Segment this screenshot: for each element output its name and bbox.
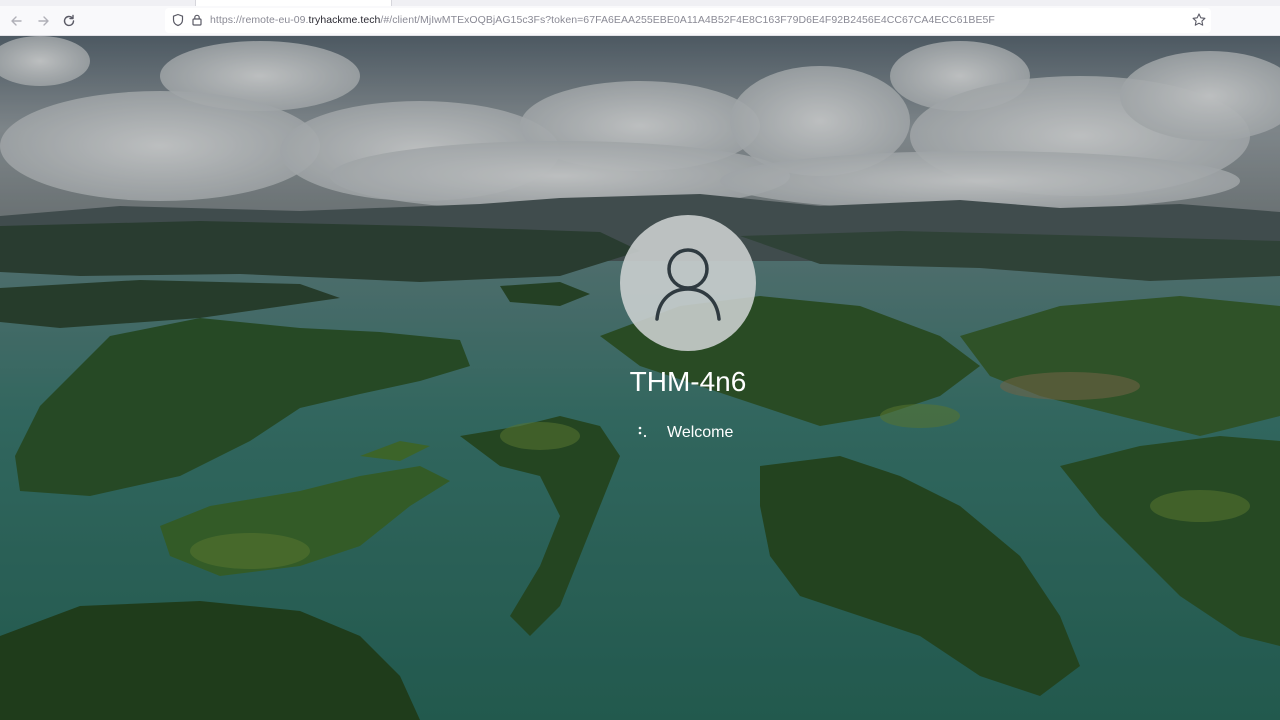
address-bar[interactable]: https://remote-eu-09.tryhackme.tech/#/cl…: [165, 8, 1211, 33]
sign-in-status: Welcome: [630, 421, 760, 445]
bookmark-star-icon[interactable]: [1191, 12, 1207, 28]
remote-desktop-lock-screen[interactable]: THM-4n6 Welcome: [0, 36, 1280, 720]
url-host: tryhackme.tech: [308, 14, 381, 26]
url-path: /#/client/MjIwMTExOQBjAG15c3Fs?token=67F…: [380, 14, 995, 26]
url-text[interactable]: https://remote-eu-09.tryhackme.tech/#/cl…: [210, 13, 995, 27]
browser-toolbar: https://remote-eu-09.tryhackme.tech/#/cl…: [0, 6, 1280, 36]
shield-icon[interactable]: [171, 13, 185, 27]
url-prefix: https://remote-eu-09.: [210, 14, 309, 26]
back-arrow-icon[interactable]: [8, 12, 26, 30]
reload-icon[interactable]: [60, 12, 78, 30]
welcome-text: Welcome: [667, 424, 734, 441]
user-avatar-icon[interactable]: [620, 215, 756, 351]
username-label: THM-4n6: [629, 366, 747, 397]
forward-arrow-icon[interactable]: [34, 12, 52, 30]
loading-spinner-icon: [636, 423, 656, 443]
lock-icon[interactable]: [190, 13, 204, 27]
